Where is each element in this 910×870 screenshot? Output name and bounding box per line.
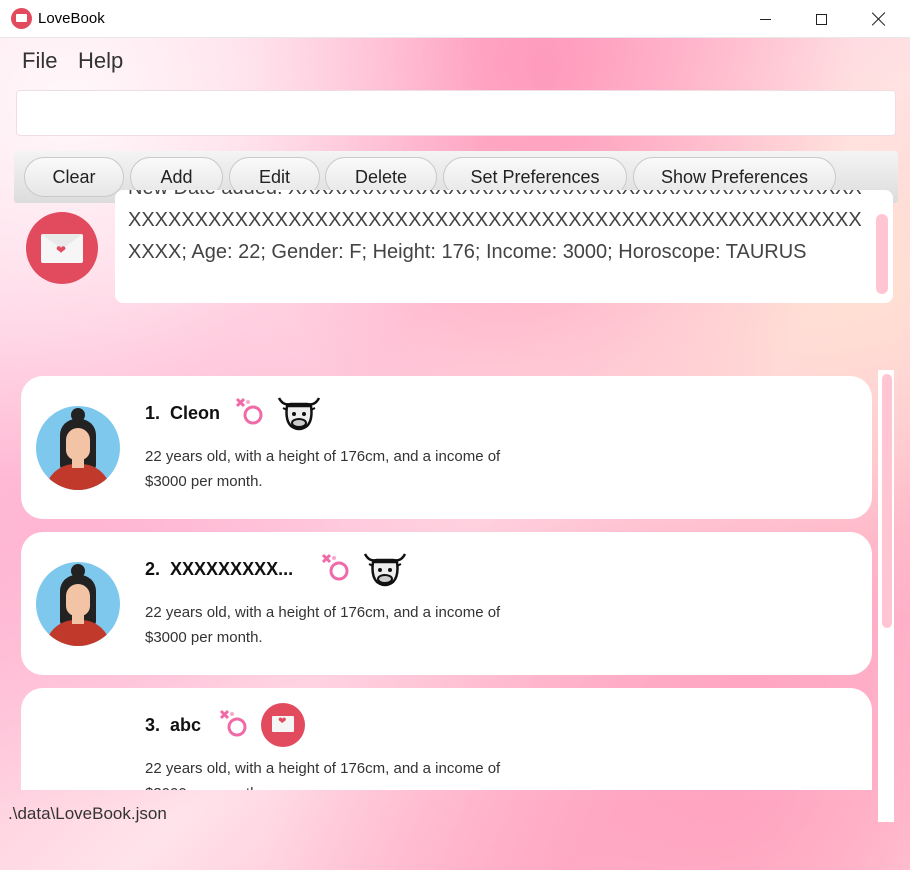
maximize-button[interactable] — [792, 0, 850, 38]
female-gender-icon — [235, 397, 263, 425]
minimize-icon — [759, 18, 771, 20]
date-card[interactable]: 1. Cleon 22 years old, with a height of … — [21, 376, 872, 519]
date-card[interactable]: 3. abc ❤ 22 years old, with a height of … — [21, 688, 872, 790]
menu-file[interactable]: File — [22, 48, 57, 74]
female-avatar-icon — [36, 406, 120, 490]
result-display[interactable]: New Date added: XXXXXXXXXXXXXXXXXXXXXXXX… — [115, 190, 893, 303]
date-description: 22 years old, with a height of 176cm, an… — [145, 760, 501, 790]
date-name: 3. abc — [145, 715, 202, 735]
result-scrollbar[interactable] — [876, 214, 888, 294]
menu-help[interactable]: Help — [78, 48, 123, 74]
love-letter-icon: ❤ — [261, 703, 305, 747]
menu-bar: File Help — [0, 38, 910, 84]
date-description: 22 years old, with a height of 176cm, an… — [145, 604, 501, 646]
window-title: LoveBook — [38, 10, 105, 27]
list-scrollbar-thumb[interactable] — [882, 374, 892, 628]
love-letter-icon: ❤ — [26, 212, 98, 284]
date-card[interactable]: 2. XXXXXXXXX... 22 years old, with a hei… — [21, 532, 872, 675]
date-list: 1. Cleon 22 years old, with a height of … — [0, 332, 910, 790]
app-logo-icon — [11, 8, 32, 29]
minimize-button[interactable] — [736, 0, 794, 38]
taurus-bull-icon — [277, 397, 321, 431]
female-avatar-icon — [36, 562, 120, 646]
date-name: 2. XXXXXXXXX... — [145, 559, 294, 579]
data-file-path: .\data\LoveBook.json — [8, 804, 167, 823]
female-gender-icon — [321, 553, 349, 581]
date-description: 22 years old, with a height of 176cm, an… — [145, 448, 501, 490]
date-name: 1. Cleon — [145, 403, 221, 423]
taurus-bull-icon — [363, 553, 407, 587]
close-button[interactable] — [850, 0, 908, 38]
command-input[interactable] — [16, 90, 896, 136]
female-gender-icon — [219, 709, 247, 737]
close-icon — [872, 12, 886, 26]
maximize-icon — [815, 13, 827, 25]
title-bar: LoveBook — [0, 0, 910, 38]
status-bar: .\data\LoveBook.json — [0, 790, 910, 832]
result-panel: ❤ New Date added: XXXXXXXXXXXXXXXXXXXXXX… — [0, 180, 910, 320]
result-message: New Date added: XXXXXXXXXXXXXXXXXXXXXXXX… — [128, 190, 862, 263]
